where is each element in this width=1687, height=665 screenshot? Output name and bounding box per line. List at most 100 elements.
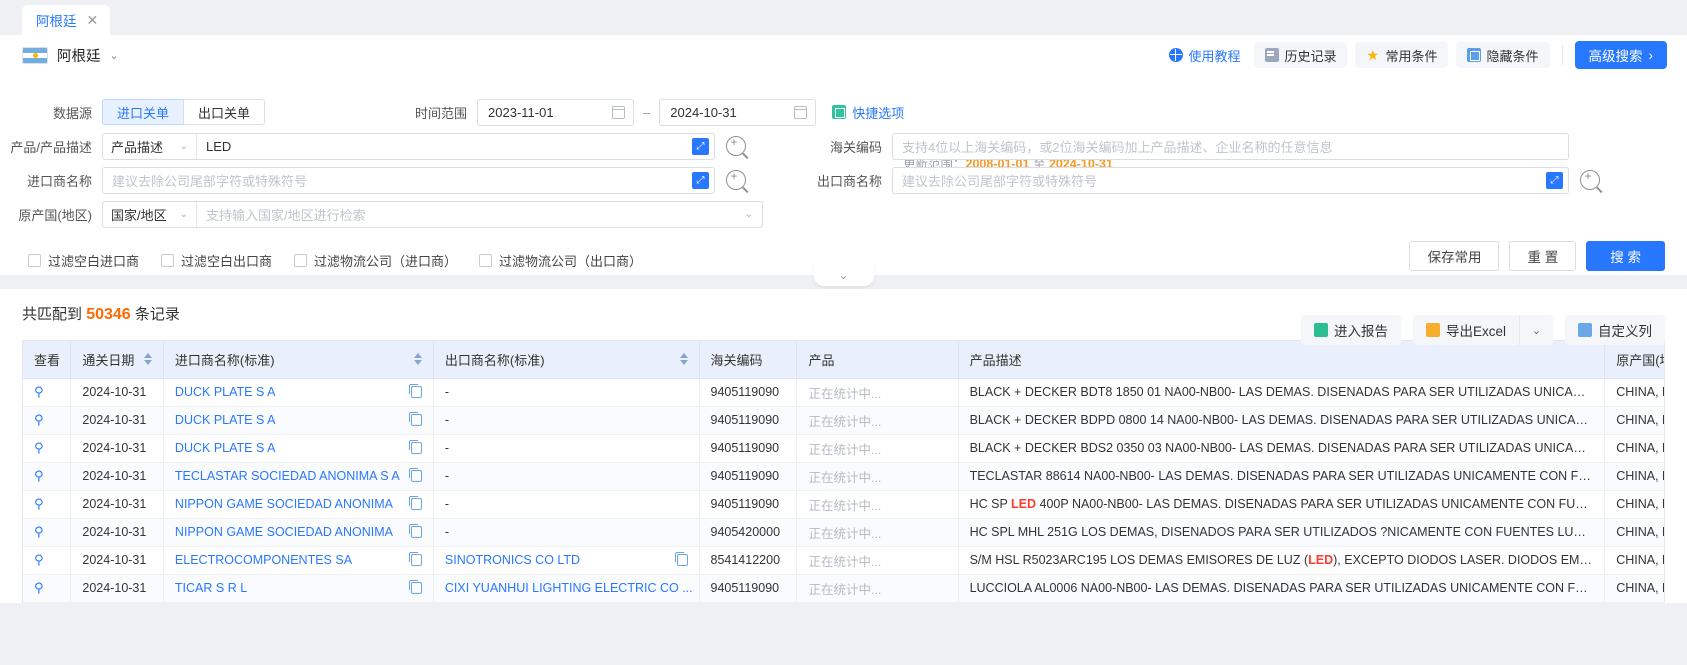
cell-importer[interactable]: ELECTROCOMPONENTES SA (163, 546, 434, 575)
copy-icon[interactable] (408, 384, 422, 398)
origin-type-select[interactable]: 国家/地区 ⌄ (103, 201, 197, 227)
export-excel-button[interactable]: 导出Excel (1412, 315, 1519, 345)
cell-view[interactable]: ⚲ (23, 546, 72, 575)
datasource-export[interactable]: 出口关单 (183, 99, 266, 125)
view-icon[interactable]: ⚲ (34, 524, 44, 539)
sort-icon[interactable] (143, 353, 152, 366)
table-row[interactable]: ⚲ 2024-10-31 DUCK PLATE S A - 9405119090 正在统计… (23, 434, 1664, 463)
table-row[interactable]: ⚲ 2024-10-31 NIPPON GAME SOCIEDAD ANONIMA -… (23, 490, 1664, 519)
view-icon[interactable]: ⚲ (34, 412, 44, 427)
copy-icon[interactable] (408, 524, 422, 538)
importer-expand-icon[interactable]: ⤢ (692, 171, 709, 189)
country-selector[interactable]: 阿根廷 ⌄ (22, 45, 119, 66)
cell-importer[interactable]: NIPPON GAME SOCIEDAD ANONIMA (163, 490, 434, 519)
importer-name[interactable]: TECLASTAR SOCIEDAD ANONIMA S A (175, 469, 400, 483)
checkbox-filter-logistics-importer[interactable]: 过滤物流公司（进口商） (294, 251, 457, 270)
view-icon[interactable]: ⚲ (34, 496, 44, 511)
sort-icon[interactable] (413, 353, 422, 366)
table-row[interactable]: ⚲ 2024-10-31 NIPPON GAME SOCIEDAD ANONIMA -… (23, 518, 1664, 547)
view-icon[interactable]: ⚲ (34, 440, 44, 455)
cell-exporter[interactable]: - (433, 490, 700, 519)
datasource-import[interactable]: 进口关单 (102, 99, 184, 125)
close-icon[interactable]: ✕ (87, 13, 99, 27)
tutorial-link[interactable]: 使用教程 (1163, 46, 1246, 65)
cell-importer[interactable]: TICAR S R L (163, 574, 434, 603)
product-type-select[interactable]: 产品描述 ⌄ (103, 133, 197, 159)
cell-importer[interactable]: TECLASTAR SOCIEDAD ANONIMA S A (163, 462, 434, 491)
cell-view[interactable]: ⚲ (23, 462, 72, 491)
importer-name[interactable]: DUCK PLATE S A (175, 413, 276, 427)
cell-exporter[interactable]: - (433, 518, 700, 547)
cell-view[interactable]: ⚲ (23, 406, 72, 435)
importer-name[interactable]: DUCK PLATE S A (175, 385, 276, 399)
copy-icon[interactable] (408, 468, 422, 482)
view-icon[interactable]: ⚲ (34, 552, 44, 567)
cell-view[interactable]: ⚲ (23, 490, 72, 519)
checkbox-filter-blank-exporter[interactable]: 过滤空白出口商 (161, 251, 272, 270)
origin-input[interactable]: 支持输入国家/地区进行检索 (197, 202, 745, 227)
copy-icon[interactable] (408, 412, 422, 426)
quick-options-button[interactable]: 快捷选项 (832, 103, 904, 122)
product-zoom-icon[interactable] (726, 135, 746, 156)
table-row[interactable]: ⚲ 2024-10-31 DUCK PLATE S A - 9405119090 正在统计… (23, 406, 1664, 435)
history-button[interactable]: 历史记录 (1254, 42, 1348, 68)
copy-icon[interactable] (674, 552, 688, 566)
col-importer[interactable]: 进口商名称(标准) (163, 341, 434, 379)
copy-icon[interactable] (408, 440, 422, 454)
exporter-input[interactable]: 建议去除公司尾部字符或特殊符号 (893, 168, 1568, 193)
cell-exporter[interactable]: SINOTRONICS CO LTD (433, 546, 700, 575)
copy-icon[interactable] (408, 552, 422, 566)
exporter-name[interactable]: SINOTRONICS CO LTD (445, 553, 580, 567)
col-exporter[interactable]: 出口商名称(标准) (433, 341, 700, 379)
cell-exporter[interactable]: - (433, 406, 700, 435)
cell-importer[interactable]: DUCK PLATE S A (163, 378, 434, 407)
results-table-wrapper[interactable]: 查看 通关日期 进口商名称(标准) 出口商名称(标准) 海关编码 产品 产品描述… (22, 340, 1665, 603)
importer-name[interactable]: NIPPON GAME SOCIEDAD ANONIMA (175, 497, 393, 511)
cell-view[interactable]: ⚲ (23, 574, 72, 603)
cell-importer[interactable]: NIPPON GAME SOCIEDAD ANONIMA (163, 518, 434, 547)
save-common-button[interactable]: 保存常用 (1409, 241, 1500, 271)
tab-argentina[interactable]: 阿根廷 ✕ (22, 5, 111, 35)
importer-name[interactable]: TICAR S R L (175, 581, 247, 595)
exporter-name[interactable]: CIXI YUANHUI LIGHTING ELECTRIC CO ... (445, 581, 693, 595)
chevron-down-icon[interactable]: ⌄ (745, 209, 753, 220)
view-icon[interactable]: ⚲ (34, 580, 44, 595)
product-input[interactable]: LED (197, 134, 714, 159)
table-row[interactable]: ⚲ 2024-10-31 TICAR S R L CIXI YUANHUI LIGHT… (23, 574, 1664, 603)
importer-input[interactable]: 建议去除公司尾部字符或特殊符号 (103, 168, 714, 193)
reset-button[interactable]: 重 置 (1509, 241, 1577, 271)
view-icon[interactable]: ⚲ (34, 384, 44, 399)
importer-name[interactable]: ELECTROCOMPONENTES SA (175, 553, 352, 567)
checkbox-filter-blank-importer[interactable]: 过滤空白进口商 (28, 251, 139, 270)
hs-input[interactable]: 支持4位以上海关编码，或2位海关编码加上产品描述、企业名称的任意信息 (893, 134, 1568, 159)
cell-view[interactable]: ⚲ (23, 378, 72, 407)
checkbox-filter-logistics-exporter[interactable]: 过滤物流公司（出口商） (479, 251, 642, 270)
cell-exporter[interactable]: - (433, 378, 700, 407)
export-dropdown-button[interactable]: ⌄ (1519, 315, 1553, 345)
cell-view[interactable]: ⚲ (23, 518, 72, 547)
custom-columns-button[interactable]: 自定义列 (1565, 315, 1665, 345)
importer-name[interactable]: DUCK PLATE S A (175, 441, 276, 455)
advanced-search-button[interactable]: 高级搜索 › (1574, 41, 1667, 69)
importer-name[interactable]: NIPPON GAME SOCIEDAD ANONIMA (175, 525, 393, 539)
favorites-button[interactable]: ★ 常用条件 (1355, 42, 1449, 68)
cell-exporter[interactable]: CIXI YUANHUI LIGHTING ELECTRIC CO ... (433, 574, 700, 603)
hidden-conditions-button[interactable]: 隐藏条件 (1456, 42, 1550, 68)
enter-report-button[interactable]: 进入报告 (1300, 315, 1401, 345)
exporter-expand-icon[interactable]: ⤢ (1546, 171, 1563, 189)
table-row[interactable]: ⚲ 2024-10-31 ELECTROCOMPONENTES SA SINOTRON… (23, 546, 1664, 575)
exporter-zoom-icon[interactable] (1580, 169, 1600, 190)
importer-zoom-icon[interactable] (726, 169, 746, 190)
copy-icon[interactable] (408, 496, 422, 510)
copy-icon[interactable] (408, 580, 422, 594)
search-button[interactable]: 搜 索 (1586, 241, 1665, 271)
product-expand-icon[interactable]: ⤢ (692, 137, 709, 155)
collapse-panel-toggle[interactable]: ⌄ (813, 264, 874, 286)
date-end-input[interactable]: 2024-10-31 (659, 98, 817, 126)
view-icon[interactable]: ⚲ (34, 468, 44, 483)
cell-view[interactable]: ⚲ (23, 434, 72, 463)
date-start-input[interactable]: 2023-11-01 (477, 98, 635, 126)
table-row[interactable]: ⚲ 2024-10-31 TECLASTAR SOCIEDAD ANONIMA S … (23, 462, 1664, 491)
cell-exporter[interactable]: - (433, 434, 700, 463)
cell-importer[interactable]: DUCK PLATE S A (163, 406, 434, 435)
